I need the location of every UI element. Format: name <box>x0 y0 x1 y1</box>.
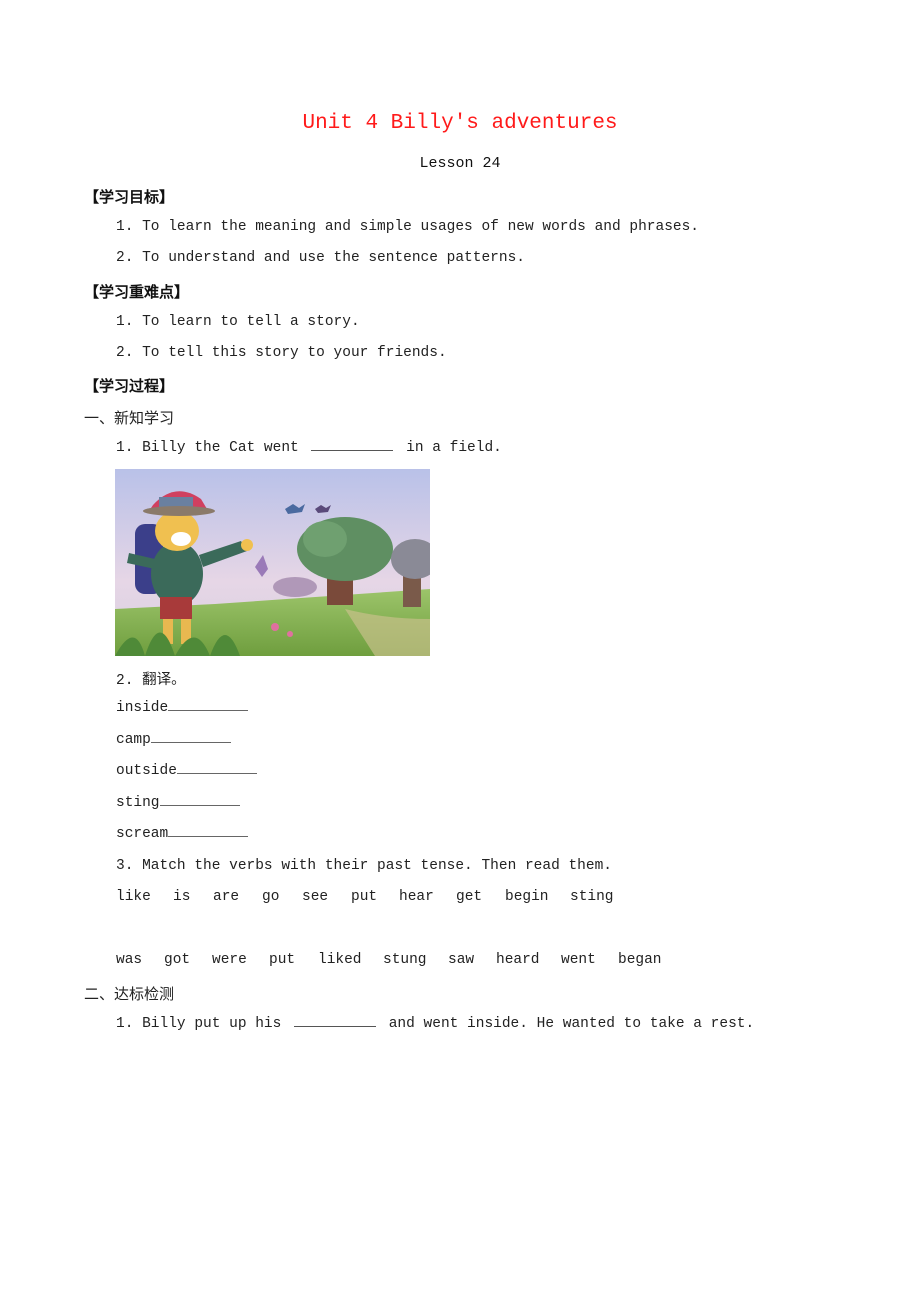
verb-word[interactable]: sting <box>570 889 614 905</box>
answer-blank[interactable] <box>159 804 240 806</box>
past-tense-word[interactable]: got <box>164 952 190 968</box>
translate-word: scream <box>116 826 169 842</box>
past-tense-word[interactable]: heard <box>496 952 540 968</box>
past-tense-word[interactable]: put <box>269 952 295 968</box>
verb-word[interactable]: go <box>262 889 279 905</box>
question-1: 1. Billy the Cat went in a field. <box>116 440 502 456</box>
translate-item: inside <box>116 700 249 716</box>
process-heading: 【学习过程】 <box>84 377 175 395</box>
objective-item: 1. To learn the meaning and simple usage… <box>116 219 699 235</box>
verb-word[interactable]: put <box>351 889 377 905</box>
past-tense-word[interactable]: stung <box>383 952 427 968</box>
objective-item: 2. To understand and use the sentence pa… <box>116 250 525 266</box>
question-text: 1. Billy the Cat went <box>116 440 299 456</box>
past-tense-word[interactable]: went <box>561 952 596 968</box>
translate-word: outside <box>116 763 177 779</box>
verb-word[interactable]: get <box>456 889 482 905</box>
translate-word: camp <box>116 732 151 748</box>
past-tense-word[interactable]: saw <box>448 952 474 968</box>
answer-blank[interactable] <box>168 835 249 837</box>
verb-word[interactable]: see <box>302 889 328 905</box>
verb-word[interactable]: like <box>116 889 151 905</box>
translate-item: sting <box>116 795 240 811</box>
lesson-subtitle: Lesson 24 <box>419 155 501 172</box>
objectives-heading: 【学习目标】 <box>84 188 175 206</box>
translate-word: inside <box>116 700 169 716</box>
translate-item: scream <box>116 826 249 842</box>
answer-blank[interactable] <box>150 741 231 743</box>
key-points-heading: 【学习重难点】 <box>84 283 190 301</box>
verb-word[interactable]: are <box>213 889 239 905</box>
question-text: and went inside. He wanted to take a res… <box>388 1016 755 1032</box>
answer-blank[interactable] <box>168 709 249 711</box>
part1-heading: 一、新知学习 <box>84 409 175 427</box>
translate-word: sting <box>116 795 160 811</box>
test-question-1: 1. Billy put up his and went inside. He … <box>116 1016 754 1032</box>
answer-blank[interactable] <box>294 1025 377 1027</box>
document-title: Unit 4 Billy's adventures <box>302 112 618 135</box>
part2-heading: 二、达标检测 <box>84 985 175 1003</box>
past-tense-word[interactable]: began <box>618 952 662 968</box>
question-2-heading: 2. 翻译。 <box>116 673 186 689</box>
verb-word[interactable]: hear <box>399 889 434 905</box>
key-point-item: 1. To learn to tell a story. <box>116 314 360 330</box>
billy-cat-illustration <box>115 469 430 656</box>
key-point-item: 2. To tell this story to your friends. <box>116 345 447 361</box>
verb-word[interactable]: is <box>173 889 190 905</box>
verb-word[interactable]: begin <box>505 889 549 905</box>
question-text: in a field. <box>406 440 502 456</box>
answer-blank[interactable] <box>176 772 257 774</box>
question-3-heading: 3. Match the verbs with their past tense… <box>116 858 612 874</box>
question-text: 1. Billy put up his <box>116 1016 282 1032</box>
translate-item: camp <box>116 732 231 748</box>
past-tense-word[interactable]: liked <box>318 952 362 968</box>
past-tense-word[interactable]: was <box>116 952 142 968</box>
answer-blank[interactable] <box>311 449 394 451</box>
translate-item: outside <box>116 763 257 779</box>
past-tense-word[interactable]: were <box>212 952 247 968</box>
